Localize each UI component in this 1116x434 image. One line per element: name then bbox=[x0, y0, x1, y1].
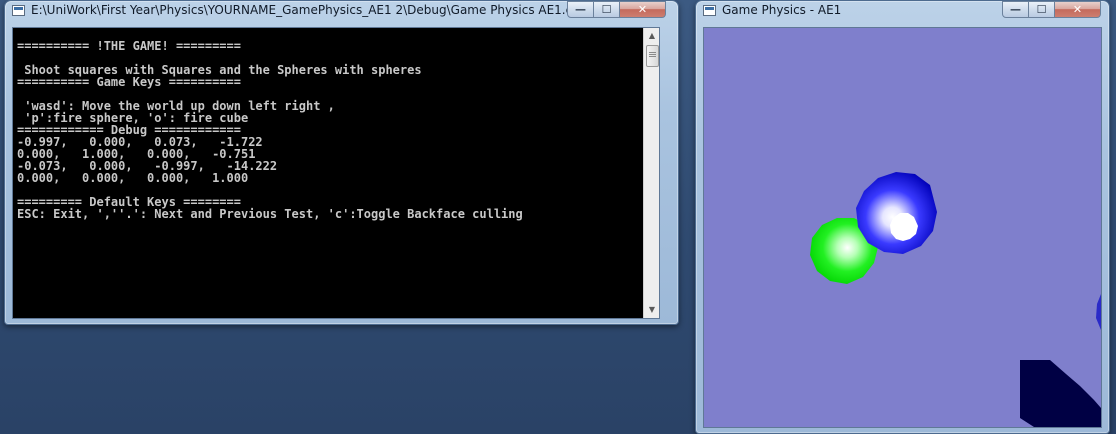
game-window-title: Game Physics - AE1 bbox=[722, 3, 842, 17]
game-scene bbox=[810, 172, 1101, 427]
console-line: ========== Game Keys ========== bbox=[17, 75, 241, 89]
scroll-up-arrow-icon[interactable]: ▲ bbox=[644, 28, 660, 44]
game-viewport[interactable] bbox=[703, 27, 1102, 428]
console-close-button[interactable]: ✕ bbox=[620, 1, 666, 18]
game-app-icon bbox=[703, 5, 716, 16]
console-maximize-button[interactable]: ☐ bbox=[594, 1, 620, 18]
console-line: ========== !THE GAME! ========= bbox=[17, 39, 241, 53]
console-output[interactable]: ========== !THE GAME! ========= Shoot sq… bbox=[12, 27, 660, 319]
game-minimize-button[interactable]: — bbox=[1002, 1, 1029, 18]
game-close-button[interactable]: ✕ bbox=[1055, 1, 1101, 18]
console-window-title: E:\UniWork\First Year\Physics\YOURNAME_G… bbox=[31, 3, 587, 17]
console-line: 0.000, 0.000, 0.000, 1.000 bbox=[17, 171, 249, 185]
console-window-controls: — ☐ ✕ bbox=[567, 1, 666, 18]
game-window-controls: — ☐ ✕ bbox=[1002, 1, 1101, 18]
console-window[interactable]: E:\UniWork\First Year\Physics\YOURNAME_G… bbox=[4, 0, 679, 325]
scroll-down-arrow-icon[interactable]: ▼ bbox=[644, 302, 660, 318]
blue-sphere bbox=[856, 172, 937, 254]
console-minimize-button[interactable]: — bbox=[567, 1, 594, 18]
console-text: ========== !THE GAME! ========= Shoot sq… bbox=[17, 40, 523, 220]
game-window[interactable]: Game Physics - AE1 — ☐ ✕ bbox=[695, 0, 1110, 434]
console-scrollbar[interactable]: ▲ ▼ bbox=[643, 28, 659, 318]
blue-sphere-edge bbox=[1096, 294, 1101, 330]
game-titlebar[interactable]: Game Physics - AE1 — ☐ ✕ bbox=[696, 1, 1109, 21]
game-maximize-button[interactable]: ☐ bbox=[1029, 1, 1055, 18]
console-titlebar[interactable]: E:\UniWork\First Year\Physics\YOURNAME_G… bbox=[5, 1, 678, 21]
scroll-thumb[interactable] bbox=[646, 45, 659, 67]
console-line: ESC: Exit, ',''.': Next and Previous Tes… bbox=[17, 207, 523, 221]
dark-cube bbox=[1020, 360, 1101, 427]
console-app-icon bbox=[12, 5, 25, 16]
